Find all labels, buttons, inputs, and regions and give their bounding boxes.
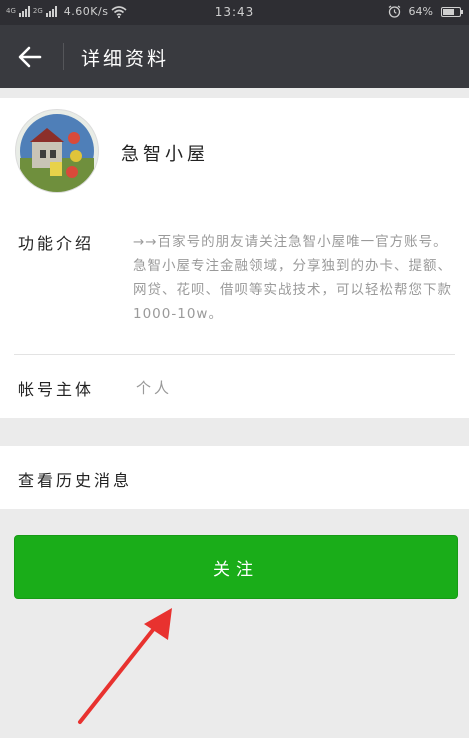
back-button[interactable]	[14, 42, 46, 72]
profile-card: 急智小屋	[0, 98, 469, 212]
intro-label: 功能介绍	[18, 234, 95, 253]
avatar[interactable]	[16, 110, 98, 192]
back-arrow-icon	[18, 46, 42, 68]
intro-text: →→百家号的朋友请关注急智小屋唯一官方账号。急智小屋专注金融领域，分享独到的办卡…	[133, 234, 452, 322]
title-bar: 详细资料	[0, 25, 469, 88]
info-card: 功能介绍 →→百家号的朋友请关注急智小屋唯一官方账号。急智小屋专注金融领域，分享…	[0, 212, 469, 418]
account-name: 急智小屋	[121, 144, 209, 165]
title-divider	[63, 43, 64, 70]
alarm-icon	[388, 5, 400, 18]
history-messages-row[interactable]: 查看历史消息	[0, 446, 469, 509]
owner-value: 个人	[136, 379, 173, 397]
status-bar: 4G 2G 4.60K/s 13:43 64%	[0, 0, 469, 25]
page-title: 详细资料	[81, 48, 170, 70]
divider	[14, 354, 455, 355]
status-right: 64%	[388, 5, 463, 18]
battery-icon	[441, 6, 463, 17]
battery-percent: 64%	[408, 5, 433, 18]
owner-label: 帐号主体	[18, 380, 95, 399]
follow-button[interactable]: 关注	[14, 535, 458, 599]
history-messages-label: 查看历史消息	[18, 471, 133, 490]
annotation-arrow-icon	[78, 608, 172, 724]
avatar-image	[20, 114, 94, 192]
